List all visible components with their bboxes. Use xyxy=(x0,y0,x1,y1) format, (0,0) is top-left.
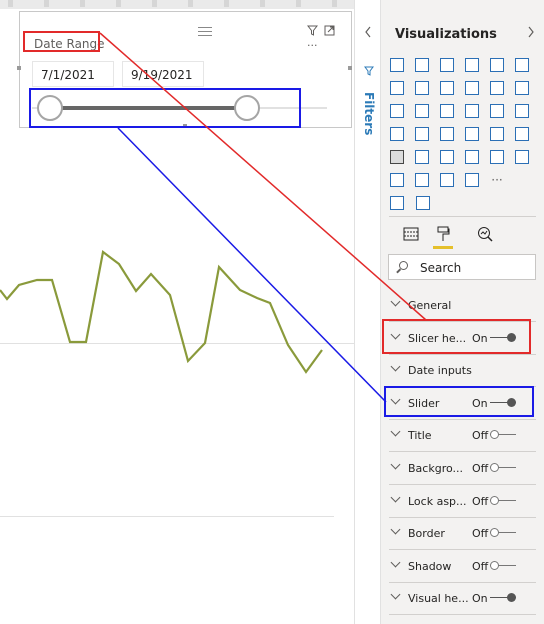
annotation-connectors xyxy=(99,32,427,403)
annotation-blue-connector xyxy=(117,127,387,403)
